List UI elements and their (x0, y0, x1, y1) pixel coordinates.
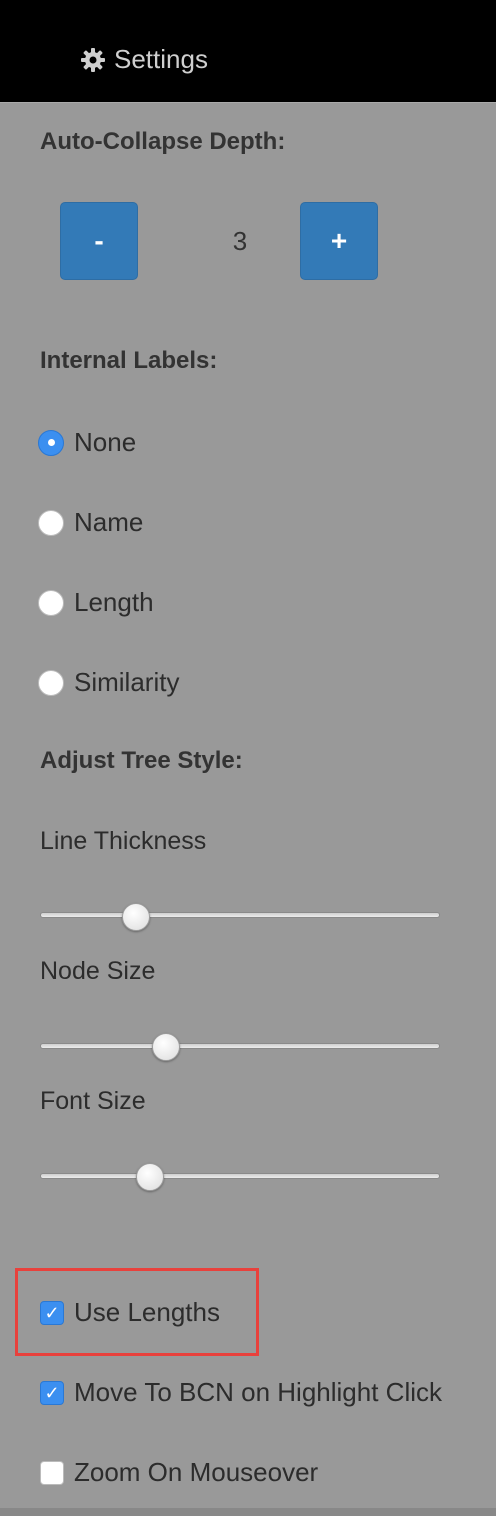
radio-option-length[interactable]: Length (38, 587, 154, 618)
settings-tab[interactable]: Settings (80, 44, 208, 75)
zoom-on-mouseover-option[interactable]: Zoom On Mouseover (40, 1457, 318, 1488)
auto-collapse-heading: Auto-Collapse Depth: (40, 128, 286, 155)
font-size-label: Font Size (40, 1087, 146, 1115)
radio-label-name: Name (74, 507, 144, 537)
gear-icon (80, 47, 106, 73)
use-lengths-option[interactable]: ✓ Use Lengths (40, 1297, 220, 1328)
radio-label-similarity: Similarity (74, 667, 180, 697)
radio-option-name[interactable]: Name (38, 507, 143, 538)
use-lengths-label: Use Lengths (74, 1297, 220, 1327)
radio-button-name[interactable] (38, 509, 64, 536)
radio-button-length[interactable] (38, 589, 64, 616)
header-bar: Settings (0, 0, 496, 102)
node-size-slider-thumb[interactable] (152, 1033, 180, 1061)
zoom-on-mouseover-checkbox[interactable] (40, 1460, 64, 1485)
increment-depth-button[interactable]: + (300, 202, 378, 280)
depth-value: 3 (232, 226, 248, 256)
radio-label-none: None (74, 427, 137, 457)
use-lengths-checkbox[interactable]: ✓ (40, 1300, 64, 1325)
line-thickness-slider-thumb[interactable] (122, 903, 150, 931)
node-size-label: Node Size (40, 957, 156, 985)
line-thickness-slider[interactable] (40, 912, 440, 918)
move-to-bcn-label: Move To BCN on Highlight Click (74, 1377, 442, 1407)
node-size-slider[interactable] (40, 1043, 440, 1049)
settings-title: Settings (114, 44, 208, 74)
move-to-bcn-checkbox[interactable]: ✓ (40, 1380, 64, 1405)
radio-button-none[interactable] (38, 429, 64, 456)
tree-style-heading: Adjust Tree Style: (40, 747, 243, 774)
line-thickness-label: Line Thickness (40, 827, 207, 855)
radio-option-none[interactable]: None (38, 427, 136, 458)
radio-option-similarity[interactable]: Similarity (38, 667, 179, 698)
radio-label-length: Length (74, 587, 154, 617)
decrement-depth-button[interactable]: - (60, 202, 138, 280)
move-to-bcn-option[interactable]: ✓ Move To BCN on Highlight Click (40, 1377, 442, 1408)
radio-button-similarity[interactable] (38, 669, 64, 696)
font-size-slider-thumb[interactable] (136, 1163, 164, 1191)
panel-bottom-edge (0, 1508, 496, 1516)
internal-labels-heading: Internal Labels: (40, 347, 218, 374)
font-size-slider[interactable] (40, 1173, 440, 1179)
zoom-on-mouseover-label: Zoom On Mouseover (74, 1457, 319, 1487)
